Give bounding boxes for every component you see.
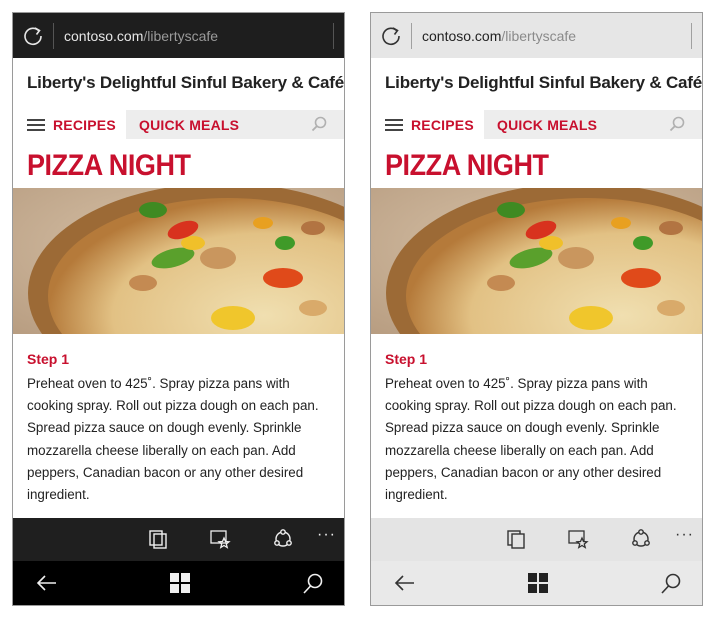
site-nav: RECIPES QUICK MEALS xyxy=(371,110,702,139)
system-nav-bar xyxy=(13,561,344,605)
pizza-photo xyxy=(13,188,344,334)
step-title: Step 1 xyxy=(27,351,70,367)
phone-light-theme: contoso.com/libertyscafe Liberty's Delig… xyxy=(370,12,703,606)
cortana-search-icon[interactable] xyxy=(659,572,683,601)
url-path: /libertyscafe xyxy=(143,27,219,44)
nav-tab-quick-meals[interactable]: QUICK MEALS xyxy=(139,110,239,139)
back-icon[interactable] xyxy=(35,572,59,599)
search-icon[interactable] xyxy=(310,115,328,138)
favorites-icon[interactable] xyxy=(567,528,591,555)
refresh-icon[interactable] xyxy=(371,25,411,47)
url-path: /libertyscafe xyxy=(501,27,577,44)
site-title: Liberty's Delightful Sinful Bakery & Caf… xyxy=(27,73,345,92)
windows-icon[interactable] xyxy=(527,572,549,599)
pizza-photo xyxy=(371,188,702,334)
phone-dark-theme: contoso.com/libertyscafe Liberty's Delig… xyxy=(12,12,345,606)
favorites-icon[interactable] xyxy=(209,528,233,555)
nav-tab-recipes[interactable]: RECIPES xyxy=(371,110,484,139)
separator xyxy=(411,22,412,49)
url-field[interactable]: contoso.com/libertyscafe xyxy=(422,28,691,44)
nav-label-recipes: RECIPES xyxy=(53,116,116,133)
site-nav: RECIPES QUICK MEALS xyxy=(13,110,344,139)
hamburger-icon[interactable] xyxy=(385,118,403,131)
step-title: Step 1 xyxy=(385,351,428,367)
separator xyxy=(53,22,54,49)
page-headline: PIZZA NIGHT xyxy=(385,149,549,182)
browser-app-bar: ··· xyxy=(13,518,344,561)
url-host: contoso.com xyxy=(422,27,502,44)
more-icon[interactable]: ··· xyxy=(317,526,336,544)
url-field[interactable]: contoso.com/libertyscafe xyxy=(64,28,333,44)
share-icon[interactable] xyxy=(272,528,294,555)
site-title: Liberty's Delightful Sinful Bakery & Caf… xyxy=(385,73,703,92)
url-host: contoso.com xyxy=(64,27,144,44)
hamburger-icon[interactable] xyxy=(27,118,45,131)
system-nav-bar xyxy=(371,561,702,605)
browser-app-bar: ··· xyxy=(371,518,702,561)
step-body: Preheat oven to 425˚. Spray pizza pans w… xyxy=(27,376,319,503)
search-icon[interactable] xyxy=(668,115,686,138)
address-bar[interactable]: contoso.com/libertyscafe xyxy=(13,13,344,58)
tabs-icon[interactable] xyxy=(147,528,169,555)
nav-tab-recipes[interactable]: RECIPES xyxy=(13,110,126,139)
refresh-icon[interactable] xyxy=(13,25,53,47)
address-bar[interactable]: contoso.com/libertyscafe xyxy=(371,13,702,58)
windows-icon[interactable] xyxy=(169,572,191,599)
share-icon[interactable] xyxy=(630,528,652,555)
back-icon[interactable] xyxy=(393,572,417,599)
step-body: Preheat oven to 425˚. Spray pizza pans w… xyxy=(385,376,677,503)
separator xyxy=(333,22,334,49)
page-headline: PIZZA NIGHT xyxy=(27,149,191,182)
nav-label-quick-meals: QUICK MEALS xyxy=(497,116,598,133)
nav-tab-quick-meals[interactable]: QUICK MEALS xyxy=(497,110,597,139)
nav-label-recipes: RECIPES xyxy=(411,116,474,133)
more-icon[interactable]: ··· xyxy=(675,526,694,544)
tabs-icon[interactable] xyxy=(505,528,527,555)
separator xyxy=(691,22,692,49)
nav-label-quick-meals: QUICK MEALS xyxy=(139,116,240,133)
cortana-search-icon[interactable] xyxy=(301,572,325,601)
